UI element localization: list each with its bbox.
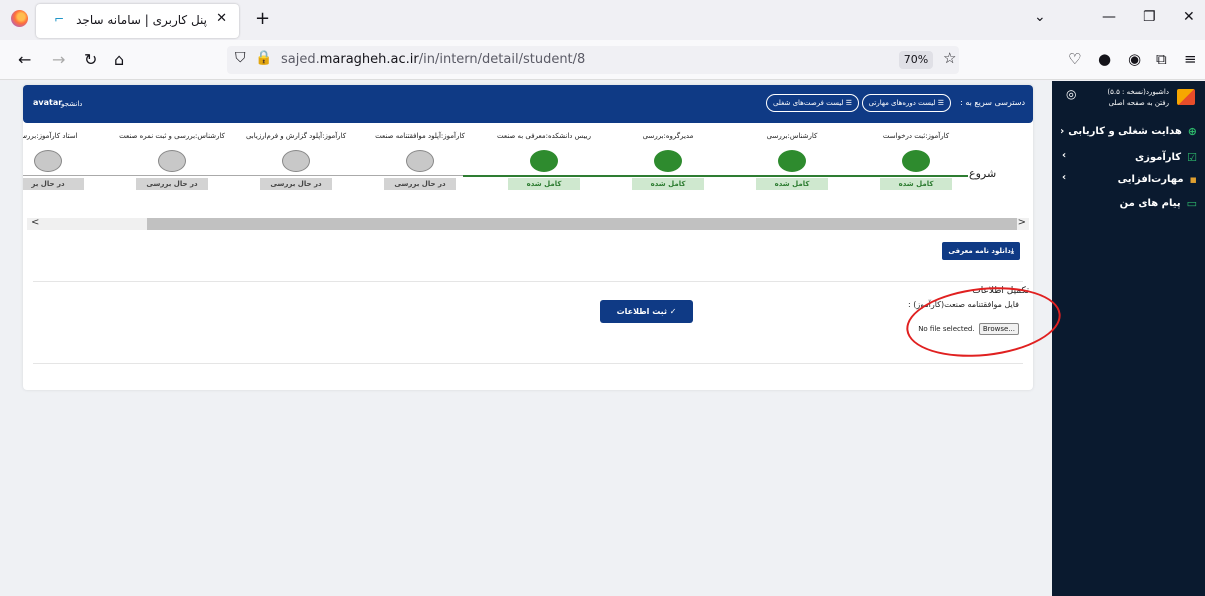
- scroll-left-icon[interactable]: <: [31, 217, 39, 228]
- check-square-icon: ☑: [1187, 150, 1197, 164]
- pocket-icon[interactable]: ♡: [1068, 50, 1081, 68]
- go-home-link[interactable]: رفتن به صفحه اصلی: [1107, 98, 1169, 109]
- sidebar-item-label: هدایت شغلی و کاریابی: [1068, 125, 1182, 137]
- zoom-level[interactable]: 70%: [899, 51, 933, 69]
- sidebar-item-internship[interactable]: ☑ کارآموزی ›: [1060, 147, 1197, 167]
- download-intro-letter-button[interactable]: ⤓دانلود نامه معرفی: [942, 242, 1020, 260]
- tab-title: پنل کاربری | سامانه ساجد: [76, 13, 207, 27]
- chevron-icon: ‹: [1060, 125, 1065, 137]
- step-status-badge: کامل شده: [508, 178, 580, 190]
- list-tabs-icon[interactable]: ⌄: [1034, 9, 1046, 25]
- dashboard-version: داشبورد(نسخه : ۵.۵): [1107, 88, 1169, 96]
- user-role: دانشجو: [61, 100, 83, 108]
- step-status-badge: در حال بررسی: [260, 178, 332, 190]
- step-label: کارشناس:بررسی و ثبت نمره صنعت: [119, 132, 225, 140]
- account-icon[interactable]: ◉: [1128, 50, 1141, 68]
- timeline-step: کارآموز:آپلود گزارش و فرم‌ارزیابی در حال …: [234, 129, 358, 190]
- plus-circle-icon: ⊕: [1187, 124, 1197, 138]
- step-circle: [34, 150, 62, 172]
- back-icon[interactable]: ←: [18, 50, 31, 69]
- timeline-step: کارآموز:ثبت درخواست کامل شده: [854, 129, 978, 190]
- scroll-right-icon[interactable]: >: [1018, 217, 1026, 228]
- sidebar-item-label: مهارت‌افزایی: [1117, 173, 1184, 185]
- extensions-puzzle-icon[interactable]: ⧉: [1156, 50, 1167, 68]
- divider: [33, 363, 1023, 364]
- settings-icon[interactable]: ◎: [1066, 87, 1076, 101]
- step-circle: [406, 150, 434, 172]
- quick-access-label: دسترسی سریع به :: [960, 98, 1025, 107]
- sidebar-item-label: کارآموزی: [1134, 151, 1182, 163]
- step-label: کارآموز:ثبت درخواست: [882, 132, 950, 140]
- page-header: دسترسی سریع به : ☰ لیست دوره‌های مهارتی …: [23, 85, 1033, 123]
- sidebar-title[interactable]: داشبورد(نسخه : ۵.۵) رفتن به صفحه اصلی: [1107, 87, 1169, 109]
- scrollbar-thumb[interactable]: [147, 218, 1017, 230]
- horizontal-scrollbar[interactable]: < >: [27, 217, 1029, 230]
- firefox-logo-icon[interactable]: [11, 10, 28, 27]
- chevron-icon: ›: [1062, 150, 1067, 161]
- reload-icon[interactable]: ↻: [84, 50, 97, 69]
- timeline-step: مدیرگروه:بررسی کامل شده: [606, 129, 730, 190]
- menu-icon[interactable]: ≡: [1184, 50, 1197, 68]
- tab-bar: ⌐ پنل کاربری | سامانه ساجد ✕ + ⌄ — ❐ ✕: [0, 0, 1205, 40]
- step-circle: [778, 150, 806, 172]
- new-tab-icon[interactable]: +: [255, 8, 270, 29]
- extension-icon[interactable]: ●: [1098, 50, 1111, 68]
- chevron-icon: ›: [1062, 172, 1067, 183]
- step-circle: [902, 150, 930, 172]
- sidebar-item-label: پیام های من: [1119, 197, 1181, 209]
- step-label: کارآموز:آپلود گزارش و فرم‌ارزیابی: [245, 132, 347, 140]
- timeline-step: کارشناس:بررسی و ثبت نمره صنعت در حال بررس…: [110, 129, 234, 190]
- site-favicon-icon: ⌐: [54, 12, 65, 26]
- step-circle: [654, 150, 682, 172]
- main-card: دسترسی سریع به : ☰ لیست دوره‌های مهارتی …: [23, 85, 1033, 390]
- skills-list-button[interactable]: ☰ لیست دوره‌های مهارتی: [861, 94, 951, 112]
- timeline-step: کارشناس:بررسی کامل شده: [730, 129, 854, 190]
- sidebar-item-career[interactable]: ⊕ هدایت شغلی و کاریابی ‹: [1060, 121, 1197, 141]
- step-label: مدیرگروه:بررسی: [642, 132, 694, 140]
- jobs-list-button[interactable]: ☰ لیست فرصت‌های شغلی: [765, 94, 859, 112]
- bookmark-star-icon[interactable]: ☆: [943, 49, 956, 67]
- step-circle: [158, 150, 186, 172]
- navigation-bar: ← → ↻ ⌂ ⛉ 🔒 sajed.maragheh.ac.ir/in/inte…: [0, 40, 1205, 80]
- submit-button[interactable]: ✓ ثبت اطلاعات: [600, 300, 693, 323]
- step-status-badge: کامل شده: [632, 178, 704, 190]
- tab-close-icon[interactable]: ✕: [216, 11, 227, 26]
- timeline-step: استاد کارآموز:بررس در حال بر: [23, 129, 110, 190]
- timeline-step: رییس دانشکده:معرفی به صنعت کامل شده: [482, 129, 606, 190]
- workflow-timeline: شروع کارآموز:ثبت درخواست کامل شده کارشناس:…: [23, 129, 1033, 209]
- step-status-badge: کامل شده: [756, 178, 828, 190]
- step-label: استاد کارآموز:بررس: [23, 132, 78, 140]
- close-window-icon[interactable]: ✕: [1183, 9, 1195, 25]
- step-label: کارشناس:بررسی: [766, 132, 818, 140]
- restore-icon[interactable]: ❐: [1143, 9, 1156, 25]
- step-circle: [282, 150, 310, 172]
- sidebar-item-messages[interactable]: ▭ پیام های من: [1060, 193, 1197, 213]
- step-label: کارآموز:آپلود موافقتنامه صنعت: [375, 132, 465, 140]
- step-status-badge: در حال بررسی: [136, 178, 208, 190]
- step-status-badge: در حال بر: [23, 178, 84, 190]
- browser-tab[interactable]: ⌐ پنل کاربری | سامانه ساجد ✕: [36, 4, 239, 38]
- divider: [33, 281, 1023, 282]
- forward-icon[interactable]: →: [52, 50, 65, 69]
- message-icon: ▭: [1186, 196, 1197, 210]
- sidebar-item-skills[interactable]: ▪ مهارت‌افزایی ›: [1060, 169, 1197, 189]
- avatar[interactable]: avatar: [33, 98, 62, 107]
- page: داشبورد(نسخه : ۵.۵) رفتن به صفحه اصلی ◎ …: [0, 81, 1205, 596]
- lock-icon[interactable]: 🔒: [255, 50, 272, 66]
- step-status-badge: در حال بررسی: [384, 178, 456, 190]
- sidebar: داشبورد(نسخه : ۵.۵) رفتن به صفحه اصلی ◎ …: [1052, 81, 1205, 596]
- step-status-badge: کامل شده: [880, 178, 952, 190]
- tracking-shield-icon[interactable]: ⛉: [235, 50, 246, 66]
- url-bar[interactable]: ⛉ 🔒 sajed.maragheh.ac.ir/in/intern/detai…: [227, 46, 959, 74]
- url-text[interactable]: sajed.maragheh.ac.ir/in/intern/detail/st…: [281, 52, 585, 67]
- app-logo-icon[interactable]: [1177, 89, 1195, 105]
- minimize-icon[interactable]: —: [1102, 9, 1116, 25]
- step-circle: [530, 150, 558, 172]
- home-icon[interactable]: ⌂: [114, 50, 124, 69]
- step-label: رییس دانشکده:معرفی به صنعت: [496, 132, 592, 140]
- timeline-step: کارآموز:آپلود موافقتنامه صنعت در حال بررس…: [358, 129, 482, 190]
- chart-icon: ▪: [1189, 172, 1197, 186]
